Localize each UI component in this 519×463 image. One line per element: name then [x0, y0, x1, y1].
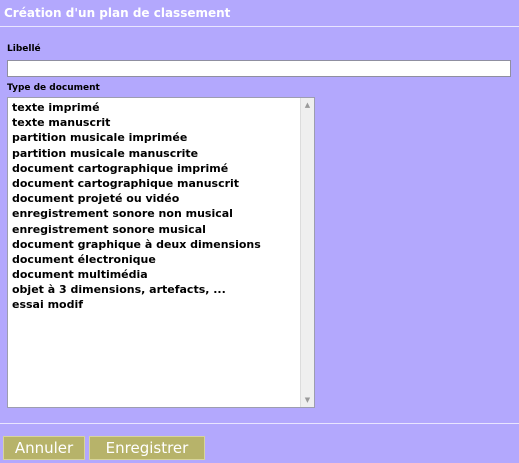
cancel-button[interactable]: Annuler — [3, 436, 85, 460]
libelle-input[interactable] — [7, 60, 511, 77]
list-option[interactable]: essai modif — [8, 297, 301, 312]
save-button[interactable]: Enregistrer — [89, 436, 205, 460]
header-divider — [0, 26, 519, 27]
list-option[interactable]: partition musicale imprimée — [8, 130, 301, 145]
list-option[interactable]: document multimédia — [8, 267, 301, 282]
list-option[interactable]: partition musicale manuscrite — [8, 146, 301, 161]
triangle-up-icon[interactable]: ▲ — [301, 98, 314, 112]
listbox-scrollbar[interactable]: ▲ ▼ — [300, 98, 314, 407]
list-option[interactable]: document cartographique imprimé — [8, 161, 301, 176]
triangle-down-icon[interactable]: ▼ — [301, 393, 314, 407]
page-title: Création d'un plan de classement — [4, 6, 231, 20]
type-document-label: Type de document — [7, 83, 100, 93]
type-document-listbox[interactable]: texte imprimé texte manuscrit partition … — [7, 97, 315, 408]
list-option[interactable]: texte manuscrit — [8, 115, 301, 130]
libelle-label: Libellé — [7, 44, 41, 54]
list-option[interactable]: enregistrement sonore musical — [8, 222, 301, 237]
list-option[interactable]: document électronique — [8, 252, 301, 267]
type-document-options: texte imprimé texte manuscrit partition … — [8, 100, 301, 313]
list-option[interactable]: objet à 3 dimensions, artefacts, ... — [8, 282, 301, 297]
list-option[interactable]: document projeté ou vidéo — [8, 191, 301, 206]
list-option[interactable]: document cartographique manuscrit — [8, 176, 301, 191]
list-option[interactable]: enregistrement sonore non musical — [8, 206, 301, 221]
footer-divider — [0, 423, 519, 424]
list-option[interactable]: document graphique à deux dimensions — [8, 237, 301, 252]
list-option[interactable]: texte imprimé — [8, 100, 301, 115]
